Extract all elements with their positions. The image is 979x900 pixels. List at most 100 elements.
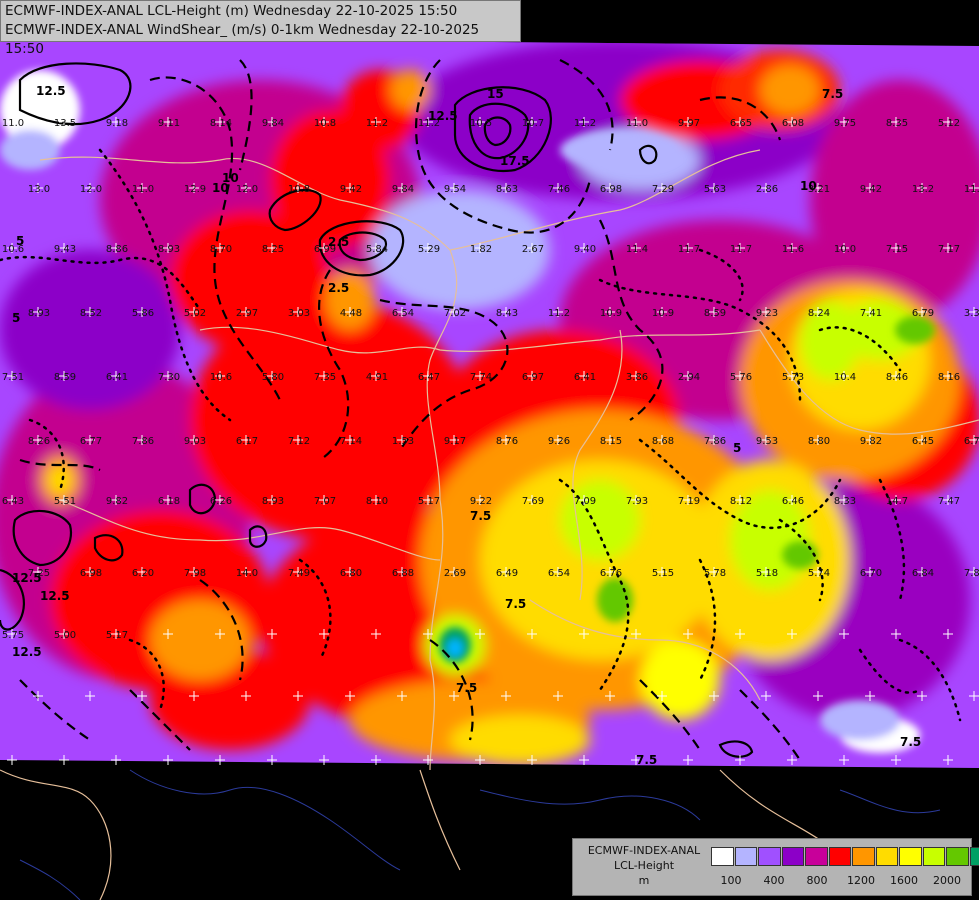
station-value: 5.15 [652, 568, 674, 579]
legend-tick: 2000 [933, 874, 961, 887]
station-value: 3.31 [964, 308, 979, 319]
station-value: 7.15 [886, 244, 908, 255]
station-value: 6.17 [236, 436, 258, 447]
station-value: 13.5 [54, 118, 76, 129]
station-value: 6.77 [80, 436, 102, 447]
station-value: 9.17 [444, 436, 466, 447]
station-value: 9.40 [574, 244, 596, 255]
station-value: 14.7 [886, 496, 908, 507]
station-value: 13.2 [912, 184, 934, 195]
station-value: 6.70 [860, 568, 882, 579]
station-value: 8.43 [496, 308, 518, 319]
station-value: 7.30 [158, 372, 180, 383]
station-value: 7.93 [626, 496, 648, 507]
station-value: 7.41 [860, 308, 882, 319]
station-value: 6.43 [2, 496, 24, 507]
legend-swatch [781, 847, 804, 866]
legend-swatch [899, 847, 922, 866]
station-value: 1.53 [392, 436, 414, 447]
station-value: 8.93 [262, 496, 284, 507]
contour-label: 17.5 [500, 154, 530, 168]
title-line-windshear: ECMWF-INDEX-ANAL WindShear_ (m/s) 0-1km … [5, 22, 480, 57]
station-value: 6.97 [522, 372, 544, 383]
station-value: 5.63 [704, 184, 726, 195]
station-value: 7.07 [314, 496, 336, 507]
station-value: 14.0 [236, 568, 258, 579]
legend-swatch [969, 847, 979, 866]
station-value: 6.80 [340, 568, 362, 579]
station-value: 2.86 [756, 184, 778, 195]
station-value: 7.74 [470, 372, 492, 383]
station-value: 9.82 [860, 436, 882, 447]
contour-label: 12.5 [36, 84, 66, 98]
station-value: 10.8 [288, 184, 310, 195]
station-value: 13.0 [28, 184, 50, 195]
station-value: 6.08 [782, 118, 804, 129]
station-value: 8.59 [704, 308, 726, 319]
station-value: 6.26 [210, 496, 232, 507]
station-value: 11.4 [964, 184, 979, 195]
station-value: 12.9 [184, 184, 206, 195]
legend-title: ECMWF-INDEX-ANAL LCL-Height m [577, 843, 711, 888]
station-value: 9.43 [54, 244, 76, 255]
legend-swatch [828, 847, 851, 866]
station-value: 5.80 [262, 372, 284, 383]
station-value: 5.75 [2, 630, 24, 641]
station-value: 10.9 [600, 308, 622, 319]
station-value: 9.84 [392, 184, 414, 195]
station-value: 7.14 [340, 436, 362, 447]
station-value: 8.46 [886, 372, 908, 383]
station-value: 8.76 [496, 436, 518, 447]
station-value: 5.29 [418, 244, 440, 255]
station-value: 6.41 [106, 372, 128, 383]
station-value: 5.76 [730, 372, 752, 383]
station-value: 7.29 [652, 184, 674, 195]
station-value: 2.94 [678, 372, 700, 383]
station-value: 6.76 [600, 568, 622, 579]
legend-tick: 1600 [890, 874, 918, 887]
station-value: 2.67 [522, 244, 544, 255]
contour-label: 10 [212, 181, 229, 195]
station-value: 4.48 [340, 308, 362, 319]
station-value: 3.86 [626, 372, 648, 383]
legend-color-scale [711, 847, 979, 866]
station-value: 9.53 [756, 436, 778, 447]
station-value: 9.03 [184, 436, 206, 447]
station-value: 7.69 [522, 496, 544, 507]
station-value: 10.0 [834, 244, 856, 255]
station-value: 6.88 [392, 568, 414, 579]
legend-tick: 800 [806, 874, 828, 887]
station-value: 6.79 [912, 308, 934, 319]
station-value: 7.35 [314, 372, 336, 383]
map-title-box: ECMWF-INDEX-ANAL LCL-Height (m) Wednesda… [0, 0, 521, 57]
station-value: 8.52 [80, 308, 102, 319]
legend-box: ECMWF-INDEX-ANAL LCL-Height m 100 400 800 1… [572, 838, 979, 896]
station-value: 6.20 [132, 568, 154, 579]
station-value: 7.47 [938, 496, 960, 507]
station-value: 12.0 [80, 184, 102, 195]
legend-unit: m [638, 874, 650, 887]
station-value: 10.5 [470, 118, 492, 129]
station-value: 7.86 [704, 436, 726, 447]
contour-label: 10 [800, 179, 817, 193]
legend-swatch [922, 847, 945, 866]
station-value: 8.16 [938, 372, 960, 383]
station-value: 8.25 [262, 244, 284, 255]
station-value: 9.84 [262, 118, 284, 129]
weather-map: 11.0 13.5 9.18 9.11 8.14 9.84 10.8 11.2 11.2 10.5… [0, 0, 979, 900]
station-value: 6.41 [574, 372, 596, 383]
station-value: 11.0 [132, 184, 154, 195]
station-value: 3.03 [288, 308, 310, 319]
contour-label: 15 [487, 87, 504, 101]
station-value: 11.2 [574, 118, 596, 129]
legend-tick: 100 [720, 874, 742, 887]
station-value: 6.98 [80, 568, 102, 579]
contour-label: 7.5 [822, 87, 843, 101]
contour-label: 12.5 [40, 589, 70, 603]
station-value: 5.84 [366, 244, 388, 255]
contour-label: 2.5 [328, 235, 349, 249]
station-value: 9.42 [340, 184, 362, 195]
station-value: 12.0 [236, 184, 258, 195]
station-value: 6.45 [912, 436, 934, 447]
contour-label: 12.5 [12, 645, 42, 659]
